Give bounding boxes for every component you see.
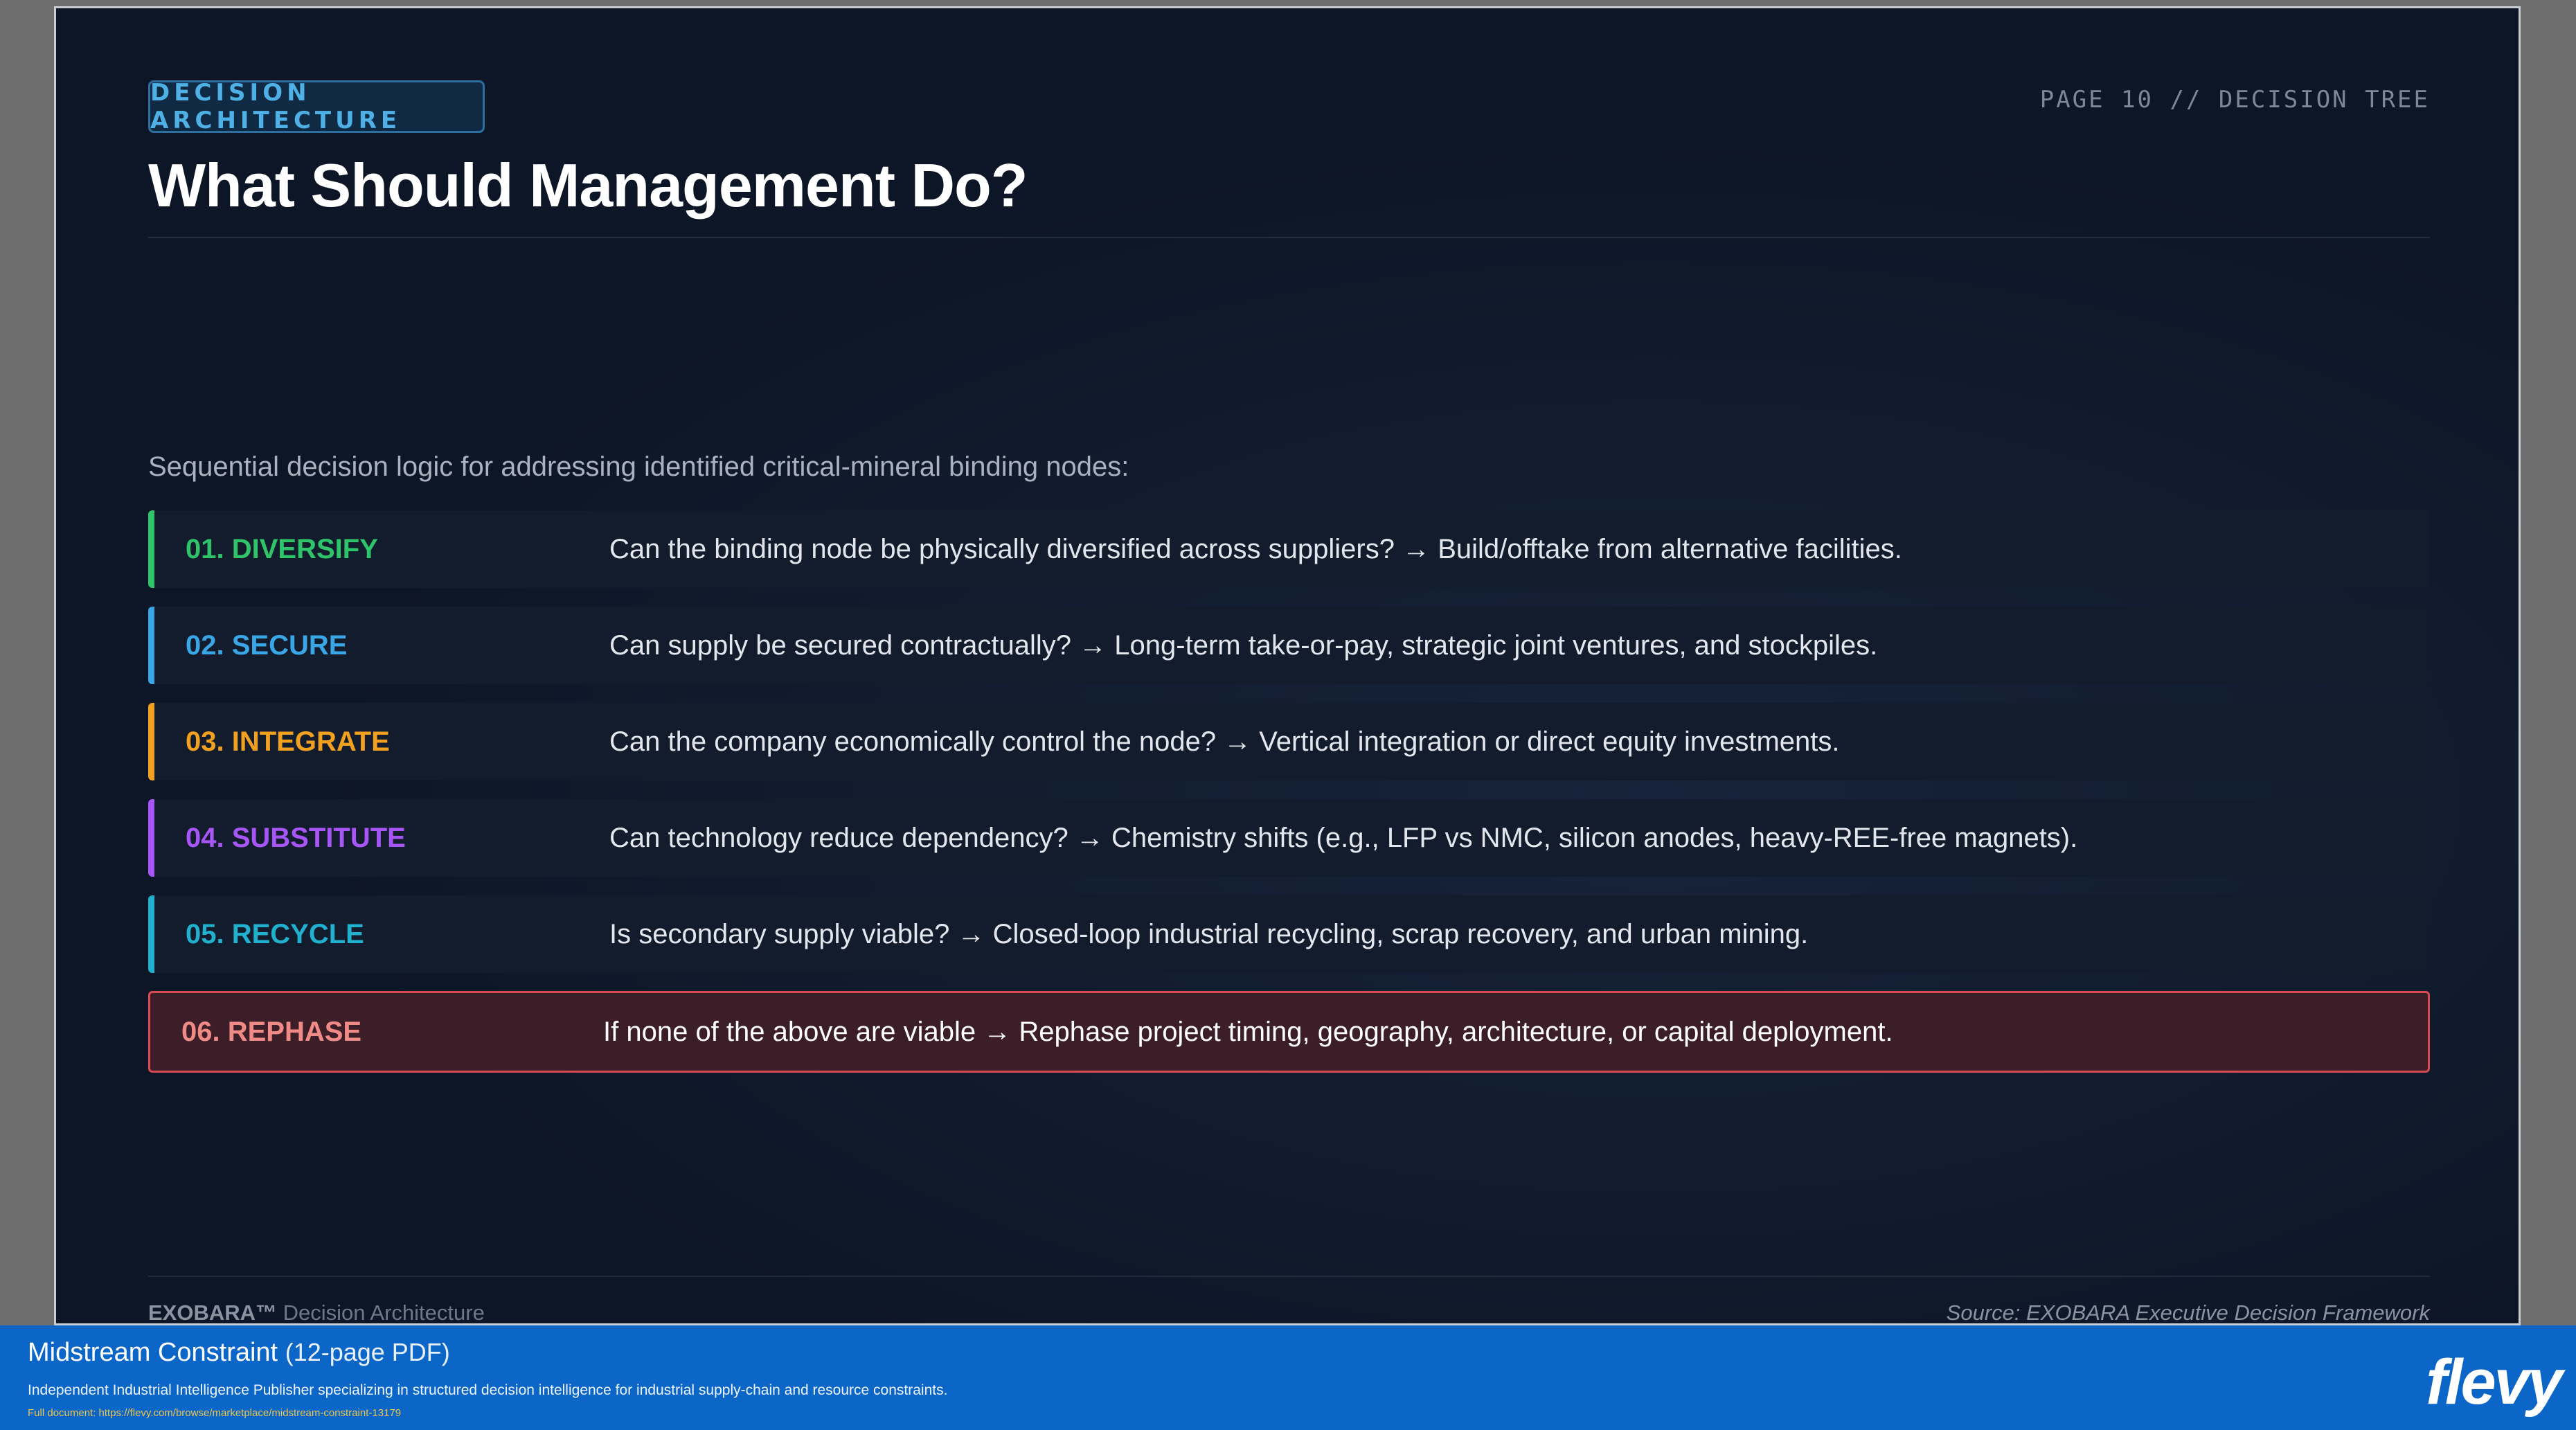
banner-title: Midstream Constraint (12-page PDF) <box>28 1338 450 1368</box>
step-label: 06. REPHASE <box>181 1016 362 1047</box>
decision-step-integrate: 03. INTEGRATE Can the company economical… <box>148 703 2430 780</box>
step-accent-bar <box>148 510 154 588</box>
step-label: 02. SECURE <box>186 629 348 661</box>
footer-brand: EXOBARA™ Decision Architecture <box>148 1301 485 1325</box>
section-tag: DECISION ARCHITECTURE <box>148 79 485 134</box>
decision-step-rephase: 06. REPHASE If none of the above are via… <box>148 991 2430 1073</box>
step-description: Can the company economically control the… <box>609 726 1840 757</box>
slide: DECISION ARCHITECTURE PAGE 10 // DECISIO… <box>54 6 2521 1325</box>
page-title: What Should Management Do? <box>148 151 1028 220</box>
step-accent-bar <box>148 607 154 684</box>
decision-step-diversify: 01. DIVERSIFY Can the binding node be ph… <box>148 510 2430 588</box>
step-description: Can supply be secured contractually? → L… <box>609 629 1878 661</box>
footer-source: Source: EXOBARA Executive Decision Frame… <box>1946 1301 2430 1325</box>
banner-subtitle: Independent Industrial Intelligence Publ… <box>28 1382 948 1398</box>
step-description: Is secondary supply viable? → Closed-loo… <box>609 918 1809 949</box>
step-label: 03. INTEGRATE <box>186 726 390 757</box>
step-accent-bar <box>148 895 154 973</box>
step-description: Can the binding node be physically diver… <box>609 533 1902 564</box>
step-description: If none of the above are viable → Rephas… <box>603 1016 1893 1047</box>
brand-name: EXOBARA™ <box>148 1301 278 1325</box>
document-banner: Midstream Constraint (12-page PDF) Indep… <box>0 1325 2576 1430</box>
document-title: Midstream Constraint <box>28 1338 278 1367</box>
footer-divider <box>148 1276 2430 1277</box>
step-label: 01. DIVERSIFY <box>186 533 378 564</box>
title-divider <box>148 237 2430 238</box>
intro-text: Sequential decision logic for addressing… <box>148 452 1129 482</box>
step-description: Can technology reduce dependency? → Chem… <box>609 822 2078 853</box>
step-label: 05. RECYCLE <box>186 918 364 949</box>
flevy-logo[interactable]: flevy <box>2426 1346 2563 1419</box>
decision-step-recycle: 05. RECYCLE Is secondary supply viable? … <box>148 895 2430 973</box>
step-label: 04. SUBSTITUTE <box>186 822 406 853</box>
step-accent-bar <box>148 703 154 780</box>
page-count: (12-page PDF) <box>285 1338 450 1366</box>
decision-step-substitute: 04. SUBSTITUTE Can technology reduce dep… <box>148 799 2430 877</box>
step-accent-bar <box>148 799 154 877</box>
page-label: PAGE 10 // DECISION TREE <box>2039 86 2430 114</box>
full-document-link[interactable]: Full document: https://flevy.com/browse/… <box>28 1407 401 1419</box>
brand-suffix: Decision Architecture <box>283 1301 485 1325</box>
decision-step-secure: 02. SECURE Can supply be secured contrac… <box>148 607 2430 684</box>
